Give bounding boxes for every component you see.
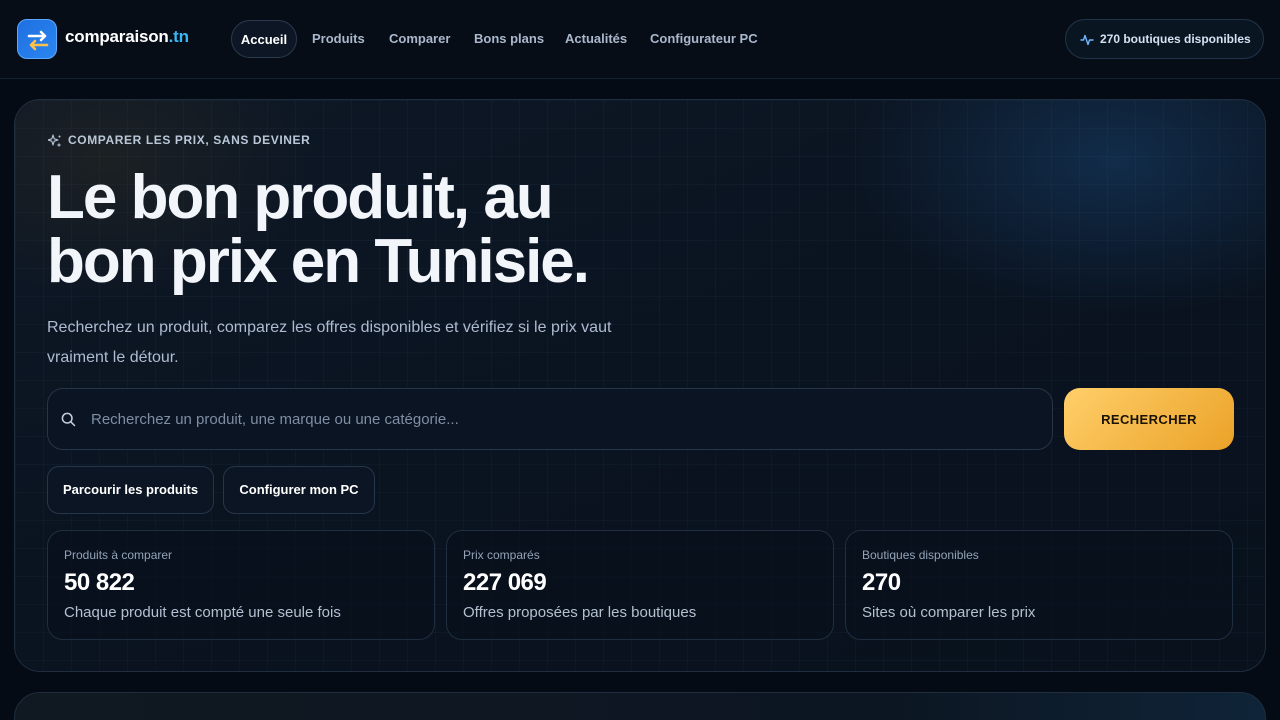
search-icon — [61, 412, 76, 427]
site-header: comparaison.tn Accueil Produits Comparer… — [0, 0, 1280, 79]
stat-card-products: Produits à comparer 50 822 Chaque produi… — [47, 530, 435, 640]
search-input[interactable] — [91, 389, 1031, 449]
next-section-card — [14, 692, 1266, 720]
stat-value: 270 — [862, 569, 901, 596]
hero-headline: Le bon produit, au bon prix en Tunisie. — [47, 163, 590, 296]
stat-label: Produits à comparer — [64, 548, 173, 562]
logo-mark[interactable] — [17, 19, 57, 59]
logo-wordmark[interactable]: comparaison.tn — [65, 27, 189, 47]
hero-subtitle: Recherchez un produit, comparez les offr… — [47, 319, 612, 366]
hero-eyebrow-text: COMPARER LES PRIX, SANS DEVINER — [68, 133, 311, 147]
activity-pulse-icon — [1080, 34, 1094, 46]
nav-item-accueil[interactable]: Accueil — [231, 20, 297, 58]
search-bar — [47, 388, 1053, 450]
stat-value: 50 822 — [64, 569, 135, 596]
stores-badge[interactable]: 270 boutiques disponibles — [1065, 19, 1264, 59]
nav-item-comparer[interactable]: Comparer — [389, 20, 450, 58]
stat-value: 227 069 — [463, 569, 547, 596]
nav-item-configurateur-pc[interactable]: Configurateur PC — [650, 20, 758, 58]
stat-description: Sites où comparer les prix — [862, 604, 1036, 621]
browse-products-button[interactable]: Parcourir les produits — [47, 466, 214, 514]
stat-description: Offres proposées par les boutiques — [463, 604, 697, 621]
logo-tld: .tn — [168, 27, 189, 46]
nav-item-actualites[interactable]: Actualités — [565, 20, 627, 58]
stat-description: Chaque produit est compté une seule fois — [64, 604, 341, 621]
nav-item-bons-plans[interactable]: Bons plans — [474, 20, 544, 58]
logo-name: comparaison — [65, 27, 169, 46]
sparkles-icon — [48, 134, 62, 148]
hero-section: COMPARER LES PRIX, SANS DEVINER Le bon p… — [14, 99, 1266, 672]
swap-arrows-icon — [27, 30, 49, 51]
stat-card-prices: Prix comparés 227 069 Offres proposées p… — [446, 530, 834, 640]
nav-item-produits[interactable]: Produits — [312, 20, 365, 58]
stat-label: Prix comparés — [463, 548, 540, 562]
stat-label: Boutiques disponibles — [862, 548, 979, 562]
search-button[interactable]: RECHERCHER — [1064, 388, 1234, 450]
configure-pc-button[interactable]: Configurer mon PC — [223, 466, 375, 514]
stat-card-stores: Boutiques disponibles 270 Sites où compa… — [845, 530, 1233, 640]
stores-badge-label: 270 boutiques disponibles — [1100, 32, 1251, 46]
